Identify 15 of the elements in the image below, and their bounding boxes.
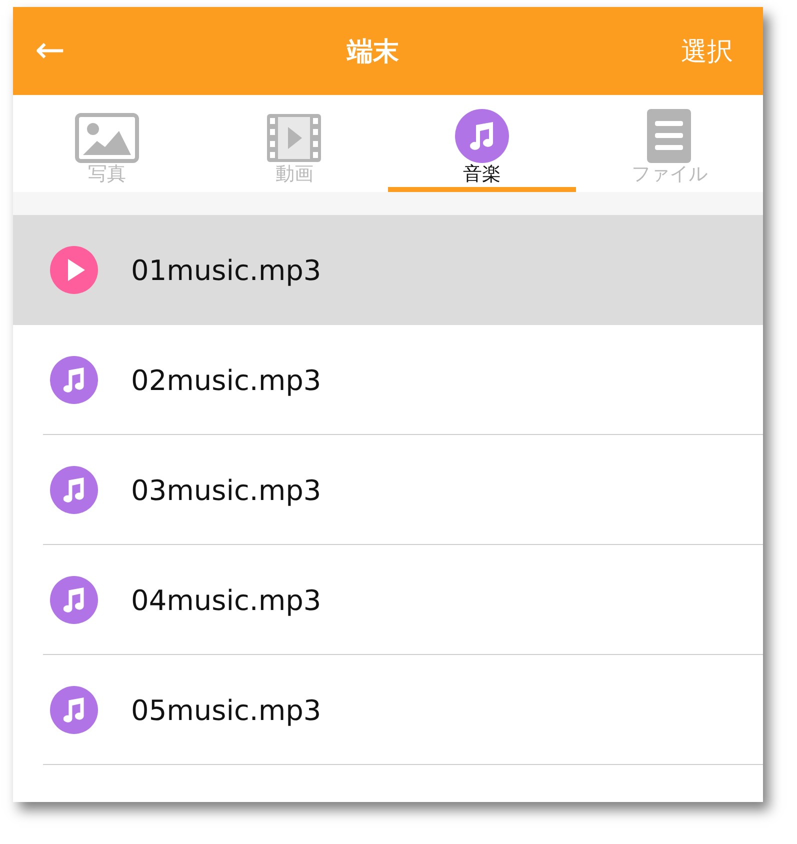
file-name: 04music.mp3	[131, 584, 322, 616]
file-name: 02music.mp3	[131, 364, 322, 396]
document-icon	[647, 109, 692, 164]
file-row[interactable]: 05music.mp3	[13, 655, 763, 765]
file-row[interactable]: 01music.mp3	[13, 215, 763, 325]
music-note-icon	[454, 109, 509, 164]
file-row[interactable]: 03music.mp3	[13, 435, 763, 545]
film-icon	[266, 113, 322, 164]
file-name: 01music.mp3	[131, 254, 322, 286]
file-row[interactable]: 02music.mp3	[13, 325, 763, 435]
image-icon	[74, 113, 139, 164]
file-name: 05music.mp3	[131, 694, 322, 726]
screen-title: 端末	[347, 36, 400, 68]
file-name: 03music.mp3	[131, 474, 322, 506]
file-row[interactable]: 04music.mp3	[13, 545, 763, 655]
